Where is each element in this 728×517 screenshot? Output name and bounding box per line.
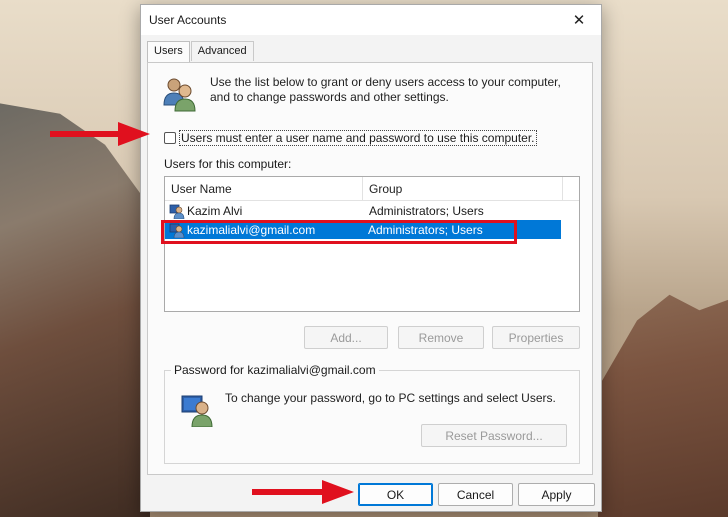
column-filler [563,177,579,200]
user-name-cell: kazimalialvi@gmail.com [165,222,362,238]
properties-button[interactable]: Properties [492,326,580,349]
column-user-name[interactable]: User Name [165,177,363,200]
tab-advanced[interactable]: Advanced [190,41,254,61]
annotation-arrow-checkbox [50,122,150,146]
title-bar[interactable]: User Accounts ✕ [141,5,601,35]
user-list[interactable]: User Name Group Kazim Alvi Administrator… [164,176,580,312]
close-icon[interactable]: ✕ [567,8,591,32]
user-group-cell: Administrators; Users [368,222,483,237]
user-row[interactable]: Kazim Alvi Administrators; Users [165,201,579,220]
add-button[interactable]: Add... [304,326,388,349]
intro-section: Use the list below to grant or deny user… [162,75,570,113]
require-login-label[interactable]: Users must enter a user name and passwor… [179,130,537,146]
dialog-title: User Accounts [149,13,227,27]
cancel-button[interactable]: Cancel [438,483,513,506]
require-login-row[interactable]: Users must enter a user name and passwor… [164,130,537,146]
wallpaper-cliff-left [0,103,150,517]
password-group-title: Password for kazimalialvi@gmail.com [171,363,379,377]
column-group[interactable]: Group [363,177,563,200]
users-section-label: Users for this computer: [164,157,292,171]
user-list-header: User Name Group [165,177,579,201]
user-group-cell: Administrators; Users [369,203,484,218]
apply-button[interactable]: Apply [518,483,595,506]
intro-text: Use the list below to grant or deny user… [210,75,561,104]
user-account-icon [169,223,185,238]
remove-button[interactable]: Remove [398,326,484,349]
user-name-cell: Kazim Alvi [165,203,363,219]
password-instructions: To change your password, go to PC settin… [225,391,556,405]
ok-button[interactable]: OK [358,483,433,506]
users-icon [163,78,196,112]
tab-strip: Users Advanced [147,41,255,63]
user-password-icon [181,395,213,427]
user-name-text: Kazim Alvi [187,203,243,218]
reset-password-button[interactable]: Reset Password... [421,424,567,447]
wallpaper-cliff-right [598,294,728,517]
user-row-selected[interactable]: kazimalialvi@gmail.com Administrators; U… [165,220,561,239]
require-login-checkbox[interactable] [164,132,176,144]
user-account-icon [169,204,185,219]
annotation-arrow-ok [252,480,354,504]
users-tab-panel: Use the list below to grant or deny user… [147,62,593,475]
password-groupbox: Password for kazimalialvi@gmail.com To c… [164,363,580,464]
user-name-text: kazimalialvi@gmail.com [187,222,316,237]
user-accounts-dialog: User Accounts ✕ Users Advanced Use the l… [140,4,602,512]
tab-users[interactable]: Users [147,41,190,63]
